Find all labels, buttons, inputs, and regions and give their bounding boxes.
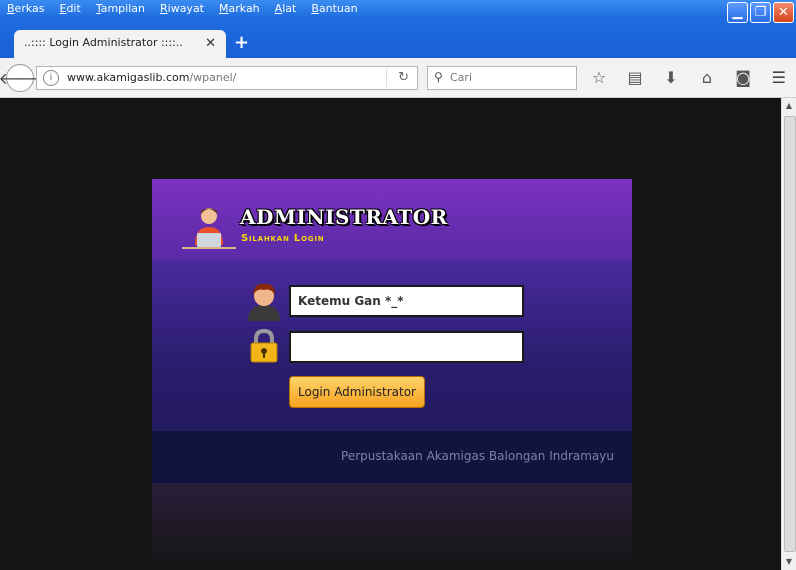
tab-login-administrator[interactable]: ..:::: Login Administrator ::::.. ✕ [14,30,226,58]
search-icon: ⚲ [434,70,443,84]
menu-item-markah[interactable]: Markah [212,2,268,20]
menu-hamburger-icon[interactable]: ☰ [772,68,786,87]
url-bar[interactable]: i www.akamigaslib.com/wpanel/ ↻ [36,66,418,90]
admin-avatar-icon [182,208,236,249]
menu-item-berkas[interactable]: Berkas [0,2,53,20]
scroll-up-icon[interactable]: ▲ [782,98,796,114]
download-icon[interactable]: ⬇ [660,68,682,87]
reload-icon[interactable]: ↻ [398,70,409,85]
menu-item-riwayat[interactable]: Riwayat [153,2,212,20]
browser-titlebar: Berkas Edit Tampilan Riwayat Markah Alat… [0,0,796,58]
navigation-toolbar: 🡐 i www.akamigaslib.com/wpanel/ ↻ ⚲ Cari… [0,58,796,98]
back-button[interactable]: 🡐 [0,64,41,92]
window-controls: ▁ ❐ ✕ [727,2,794,23]
page-title: ADMINISTRATOR [240,205,448,229]
search-box[interactable]: ⚲ Cari [427,66,577,90]
close-window-button[interactable]: ✕ [773,2,794,23]
login-panel: ADMINISTRATOR Silahkan Login Login Admin… [152,179,632,570]
scroll-down-icon[interactable]: ▼ [782,554,796,570]
home-icon[interactable]: ⌂ [696,68,718,87]
panel-bottom [152,483,632,570]
user-icon [248,283,280,321]
login-button[interactable]: Login Administrator [289,376,425,408]
new-tab-button[interactable]: + [234,32,249,53]
url-text: www.akamigaslib.com/wpanel/ [67,71,237,84]
maximize-button[interactable]: ❐ [750,2,771,23]
bookmark-star-icon[interactable]: ☆ [588,68,610,87]
password-input[interactable] [289,331,524,363]
menu-item-alat[interactable]: Alat [268,2,305,20]
minimize-button[interactable]: ▁ [727,2,748,23]
reading-list-icon[interactable]: ▤ [624,68,646,87]
menu-item-edit[interactable]: Edit [53,2,89,20]
panel-header: ADMINISTRATOR Silahkan Login [152,179,632,260]
pocket-icon[interactable]: ◙ [732,68,754,87]
menu-item-tampilan[interactable]: Tampilan [89,2,153,20]
close-tab-icon[interactable]: ✕ [205,36,216,51]
vertical-scrollbar[interactable]: ▲ ▼ [781,98,796,570]
username-input[interactable] [289,285,524,317]
scroll-thumb[interactable] [784,116,796,552]
url-separator [386,69,387,87]
menu-item-bantuan[interactable]: Bantuan [304,2,365,20]
toolbar-icons: ☆ ▤ ⬇ ⌂ ◙ [588,68,754,87]
page-subtitle: Silahkan Login [241,233,325,244]
lock-icon [250,329,278,363]
info-icon[interactable]: i [43,70,59,86]
menu-bar: Berkas Edit Tampilan Riwayat Markah Alat… [0,2,366,20]
tab-title: ..:::: Login Administrator ::::.. [24,36,183,49]
footer-text: Perpustakaan Akamigas Balongan Indramayu [341,449,614,463]
search-placeholder: Cari [450,71,472,84]
